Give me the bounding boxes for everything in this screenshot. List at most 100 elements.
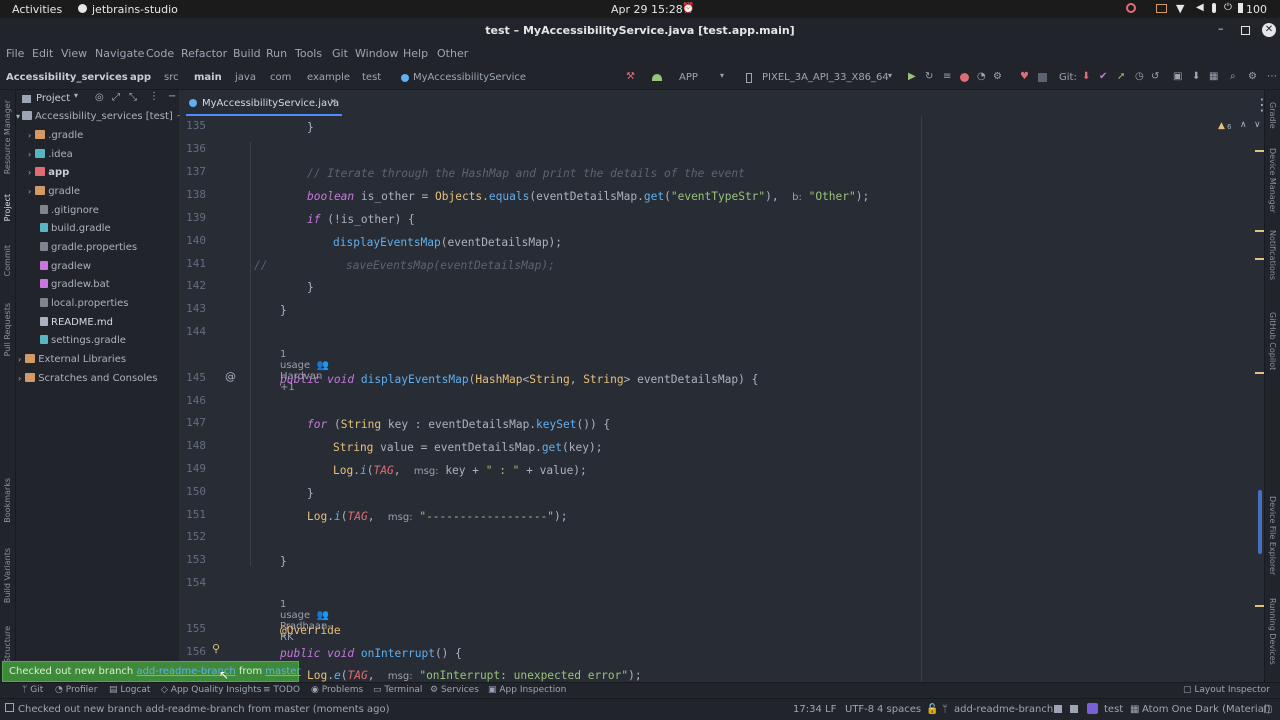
debug-icon[interactable] <box>960 73 969 82</box>
tool-build-variants[interactable]: Build Variants <box>3 548 12 603</box>
warning-marker[interactable] <box>1255 372 1264 374</box>
line-separator[interactable]: LF <box>825 704 836 715</box>
notification-source-link[interactable]: master <box>265 666 300 677</box>
menu-help[interactable]: Help <box>403 47 428 60</box>
tool-app-inspection[interactable]: ▣ App Inspection <box>488 685 566 695</box>
tree-item-settings-gradle[interactable]: settings.gradle <box>40 332 126 350</box>
theme-name[interactable]: Atom One Dark (Material) <box>1142 704 1271 715</box>
locate-icon[interactable]: ◎ <box>95 92 104 103</box>
menu-other[interactable]: Other <box>437 47 468 60</box>
tool-profiler[interactable]: ◔ Profiler <box>55 685 97 695</box>
editor-tab-active[interactable]: MyAccessibilityService.java ✕ <box>186 93 342 116</box>
tree-item-gradle[interactable]: › gradle <box>28 183 80 201</box>
status-toggle-icon[interactable] <box>5 703 14 712</box>
status-message[interactable]: Checked out new branch add-readme-branch… <box>18 704 390 715</box>
tool-gradle[interactable]: Gradle <box>1268 102 1277 129</box>
options-icon[interactable]: ⋮ <box>149 91 159 102</box>
collapse-all-icon[interactable]: ⤡ <box>129 92 137 103</box>
git-commit-icon[interactable]: ✔ <box>1099 71 1107 82</box>
tree-item-build-gradle[interactable]: build.gradle <box>40 220 111 238</box>
warning-marker[interactable] <box>1255 230 1264 232</box>
more-icon[interactable]: ⋯ <box>1267 71 1277 82</box>
tool-device-file-explorer[interactable]: Device File Explorer <box>1268 496 1277 575</box>
tool-terminal[interactable]: ▭ Terminal <box>373 685 422 695</box>
tool-running-devices[interactable]: Running Devices <box>1268 598 1277 665</box>
previous-highlight-icon[interactable]: ∧ <box>1240 120 1247 130</box>
vertical-scrollbar[interactable] <box>1258 490 1262 554</box>
tool-device-manager[interactable]: Device Manager <box>1268 148 1277 213</box>
tree-item-gradlew-bat[interactable]: gradlew.bat <box>40 276 110 294</box>
bug-icon[interactable]: ♥ <box>1020 71 1029 82</box>
tree-root[interactable]: ▾Accessibility_services [test] ~/ <box>16 108 188 126</box>
run-config-selector[interactable]: APP ▾ <box>648 71 734 85</box>
tool-bookmarks[interactable]: Bookmarks <box>3 478 12 523</box>
notifications-icon[interactable]: ▢ <box>1263 704 1272 715</box>
breadcrumb-java[interactable]: java <box>235 72 256 83</box>
apply-code-changes-icon[interactable]: ≡ <box>943 71 951 82</box>
menu-file[interactable]: File <box>6 47 24 60</box>
file-encoding[interactable]: UTF-8 <box>845 704 874 715</box>
menu-refactor[interactable]: Refactor <box>181 47 227 60</box>
device-selector[interactable]: PIXEL_3A_API_33_X86_64 ▾ <box>742 71 902 85</box>
expand-all-icon[interactable]: ⤢ <box>112 92 120 103</box>
warning-marker[interactable] <box>1255 258 1264 260</box>
settings-icon[interactable]: ⚙ <box>1248 71 1257 82</box>
tool-project[interactable]: Project <box>3 194 12 221</box>
menu-code[interactable]: Code <box>146 47 174 60</box>
tree-item-gradle-properties[interactable]: gradle.properties <box>40 239 137 257</box>
tool-commit[interactable]: Commit <box>3 245 12 276</box>
rollback-icon[interactable]: ↺ <box>1151 71 1159 82</box>
hide-icon[interactable]: − <box>168 91 176 102</box>
tool-notifications[interactable]: Notifications <box>1268 230 1277 280</box>
chevron-down-icon[interactable]: ▾ <box>74 91 78 100</box>
project-panel-title[interactable]: Project <box>36 93 70 104</box>
menu-window[interactable]: Window <box>355 47 398 60</box>
breadcrumb-example[interactable]: example <box>307 72 350 83</box>
active-app-name[interactable]: jetbrains-studio <box>92 3 178 16</box>
tree-item-scratches[interactable]: › Scratches and Consoles <box>18 370 158 388</box>
git-update-icon[interactable]: ⬇ <box>1082 71 1090 82</box>
tool-git[interactable]: ᛘ Git <box>22 685 43 695</box>
hammer-icon[interactable]: ⚒ <box>626 71 635 82</box>
tool-services[interactable]: ⚙ Services <box>430 685 479 695</box>
warning-marker[interactable] <box>1255 150 1264 152</box>
lock-icon[interactable]: 🔓 <box>926 704 938 715</box>
breadcrumb-test[interactable]: test <box>362 72 381 83</box>
activities-button[interactable]: Activities <box>12 3 62 16</box>
stop-icon[interactable] <box>1038 73 1047 82</box>
breadcrumb-main[interactable]: main <box>194 72 222 83</box>
project-name[interactable]: test <box>1104 704 1123 715</box>
menu-navigate[interactable]: Navigate <box>95 47 144 60</box>
run-icon[interactable]: ▶ <box>908 71 916 82</box>
breadcrumb-project[interactable]: Accessibility_services <box>6 72 128 83</box>
clock[interactable]: Apr 29 15:28 <box>611 3 683 16</box>
menu-git[interactable]: Git <box>332 47 348 60</box>
caret-position[interactable]: 17:34 <box>793 704 822 715</box>
menu-run[interactable]: Run <box>266 47 287 60</box>
sdk-manager-icon[interactable]: ⬇ <box>1192 71 1200 82</box>
breadcrumb-class[interactable]: MyAccessibilityService <box>413 72 526 83</box>
breadcrumb-com[interactable]: com <box>270 72 291 83</box>
search-icon[interactable]: ⌕ <box>1230 71 1236 82</box>
menu-edit[interactable]: Edit <box>32 47 53 60</box>
tree-item-gradlew[interactable]: gradlew <box>40 258 91 276</box>
tree-item-gradle-hidden[interactable]: › .gradle <box>28 127 83 145</box>
close-button[interactable]: ✕ <box>1262 23 1276 37</box>
tool-pull-requests[interactable]: Pull Requests <box>3 303 12 356</box>
tree-item-external-libraries[interactable]: › External Libraries <box>18 351 126 369</box>
tool-problems[interactable]: ◉ Problems <box>311 685 363 695</box>
menu-view[interactable]: View <box>61 47 87 60</box>
code-editor[interactable]: MyAccessibilityService.java ✕ ▲ 6 ∧ ∨ ⋮ … <box>180 90 1270 682</box>
indent-setting[interactable]: 4 spaces <box>877 704 921 715</box>
tool-structure[interactable]: Structure <box>3 626 12 663</box>
tree-item-readme[interactable]: README.md <box>40 314 113 332</box>
next-highlight-icon[interactable]: ∨ <box>1254 120 1261 130</box>
branch-notification[interactable]: Checked out new branch add-readme-branch… <box>2 661 301 682</box>
tool-resource-manager[interactable]: Resource Manager <box>3 100 12 174</box>
tree-item-local-properties[interactable]: local.properties <box>40 295 129 313</box>
breadcrumb-app[interactable]: app <box>130 72 151 83</box>
structure-icon[interactable]: ▦ <box>1209 71 1218 82</box>
tree-item-idea[interactable]: › .idea <box>28 146 73 164</box>
breadcrumb-src[interactable]: src <box>164 72 179 83</box>
memory-icon[interactable] <box>1054 705 1062 713</box>
